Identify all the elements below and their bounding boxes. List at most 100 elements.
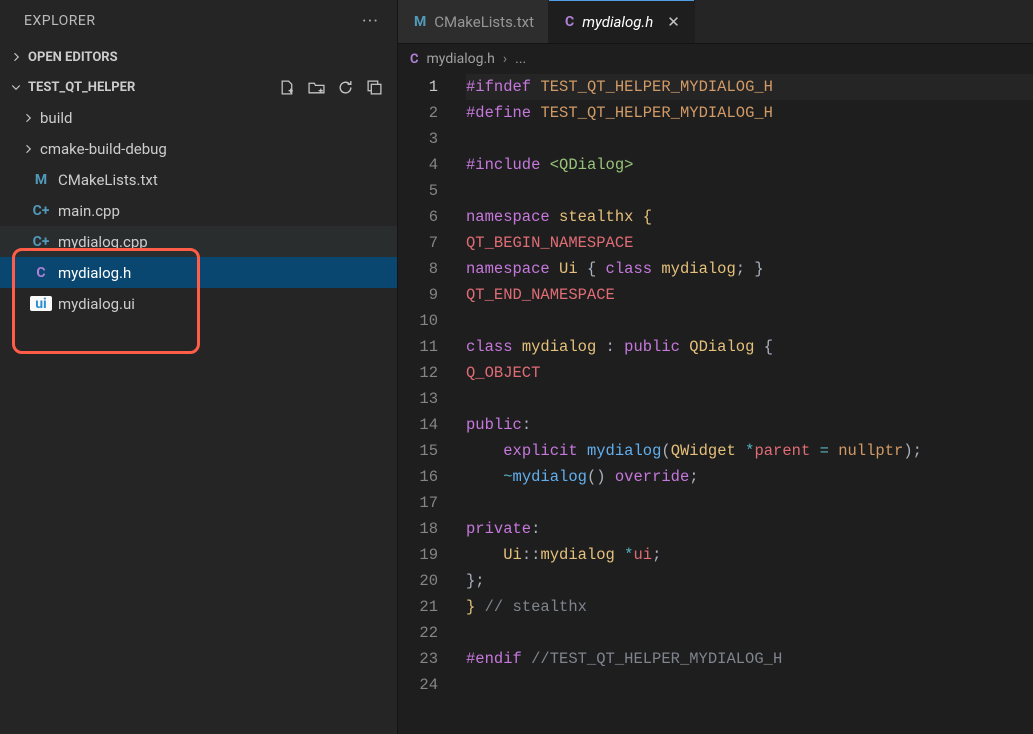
file-type-icon: C	[30, 265, 52, 281]
chevron-down-icon	[10, 81, 28, 93]
code-line[interactable]	[466, 490, 1033, 516]
code-area[interactable]: 123456789101112131415161718192021222324 …	[398, 74, 1033, 734]
code-line[interactable]	[466, 620, 1033, 646]
file-item[interactable]: C+ main.cpp	[0, 195, 397, 226]
line-number: 9	[398, 282, 438, 308]
line-number: 14	[398, 412, 438, 438]
code-line[interactable]: Ui::mydialog *ui;	[466, 542, 1033, 568]
file-type-icon: M	[414, 14, 426, 30]
file-type-icon: ui	[30, 296, 52, 311]
code-line[interactable]: ~mydialog() override;	[466, 464, 1033, 490]
breadcrumbs[interactable]: C mydialog.h › ...	[398, 44, 1033, 74]
line-number: 13	[398, 386, 438, 412]
file-label: mydialog.ui	[58, 295, 397, 313]
code-line[interactable]: Q_OBJECT	[466, 360, 1033, 386]
line-number: 21	[398, 594, 438, 620]
file-label: main.cpp	[58, 202, 397, 220]
code-line[interactable]	[466, 308, 1033, 334]
line-number: 19	[398, 542, 438, 568]
code-line[interactable]	[466, 672, 1033, 698]
code-line[interactable]: #endif //TEST_QT_HELPER_MYDIALOG_H	[466, 646, 1033, 672]
new-file-icon[interactable]	[279, 79, 296, 96]
line-number: 17	[398, 490, 438, 516]
line-number: 6	[398, 204, 438, 230]
line-number: 11	[398, 334, 438, 360]
code-line[interactable]: public:	[466, 412, 1033, 438]
file-type-icon: C+	[30, 203, 52, 219]
line-number: 23	[398, 646, 438, 672]
file-item[interactable]: Cmydialog.h	[0, 257, 397, 288]
file-type-icon: C	[565, 14, 574, 30]
sidebar: EXPLORER ··· OPEN EDITORS TEST_QT_HELPER	[0, 0, 398, 734]
file-item[interactable]: ui mydialog.ui	[0, 288, 397, 319]
chevron-right-icon	[22, 112, 40, 124]
folder-item[interactable]: build	[0, 102, 397, 133]
line-number: 20	[398, 568, 438, 594]
line-number: 18	[398, 516, 438, 542]
line-number: 3	[398, 126, 438, 152]
file-label: mydialog.cpp	[58, 233, 397, 251]
code-line[interactable]	[466, 178, 1033, 204]
project-label: TEST_QT_HELPER	[28, 80, 279, 95]
file-type-icon: C+	[30, 234, 52, 250]
line-number: 24	[398, 672, 438, 698]
code-line[interactable]: private:	[466, 516, 1033, 542]
code-line[interactable]: namespace Ui { class mydialog; }	[466, 256, 1033, 282]
file-type-icon: M	[30, 172, 52, 188]
breadcrumb-more: ...	[515, 51, 526, 67]
file-tree: build cmake-build-debug M CMakeLists.txt C+ m…	[0, 102, 397, 319]
more-icon[interactable]: ···	[362, 11, 379, 32]
explorer-title: EXPLORER	[24, 13, 96, 29]
line-number: 1	[398, 74, 438, 100]
code-line[interactable]: explicit mydialog(QWidget *parent = null…	[466, 438, 1033, 464]
section-actions	[279, 79, 391, 96]
line-number: 15	[398, 438, 438, 464]
close-icon[interactable]: ✕	[667, 13, 680, 31]
file-label: mydialog.h	[58, 264, 397, 282]
file-item[interactable]: M CMakeLists.txt	[0, 164, 397, 195]
tab-bar: M CMakeLists.txt Cmydialog.h ✕	[398, 0, 1033, 44]
code-line[interactable]: };	[466, 568, 1033, 594]
code-line[interactable]: class mydialog : public QDialog {	[466, 334, 1033, 360]
c-file-icon: C	[410, 52, 419, 67]
line-number-gutter: 123456789101112131415161718192021222324	[398, 74, 456, 734]
collapse-icon[interactable]	[366, 79, 383, 96]
editor-tab[interactable]: Cmydialog.h ✕	[549, 0, 695, 43]
chevron-right-icon: ›	[503, 51, 507, 67]
line-number: 4	[398, 152, 438, 178]
code-line[interactable]	[466, 386, 1033, 412]
code-line[interactable]: QT_BEGIN_NAMESPACE	[466, 230, 1033, 256]
new-folder-icon[interactable]	[308, 79, 325, 96]
code-line[interactable]: #define TEST_QT_HELPER_MYDIALOG_H	[466, 100, 1033, 126]
code-line[interactable]: #ifndef TEST_QT_HELPER_MYDIALOG_H	[466, 74, 1033, 100]
chevron-right-icon	[10, 51, 28, 63]
file-item[interactable]: C+ mydialog.cpp	[0, 226, 397, 257]
tab-label: CMakeLists.txt	[434, 13, 534, 31]
line-number: 5	[398, 178, 438, 204]
tab-label: mydialog.h	[582, 13, 653, 31]
code-line[interactable]: namespace stealthx {	[466, 204, 1033, 230]
file-label: CMakeLists.txt	[58, 171, 397, 189]
breadcrumb-file: mydialog.h	[427, 51, 495, 67]
code-line[interactable]	[466, 126, 1033, 152]
chevron-right-icon	[22, 143, 40, 155]
code-line[interactable]: } // stealthx	[466, 594, 1033, 620]
project-section[interactable]: TEST_QT_HELPER	[0, 72, 397, 102]
line-number: 16	[398, 464, 438, 490]
code-line[interactable]: QT_END_NAMESPACE	[466, 282, 1033, 308]
refresh-icon[interactable]	[337, 79, 354, 96]
folder-label: cmake-build-debug	[40, 140, 397, 158]
folder-item[interactable]: cmake-build-debug	[0, 133, 397, 164]
code-content[interactable]: #ifndef TEST_QT_HELPER_MYDIALOG_H#define…	[456, 74, 1033, 734]
folder-label: build	[40, 109, 397, 127]
line-number: 22	[398, 620, 438, 646]
code-line[interactable]: #include <QDialog>	[466, 152, 1033, 178]
open-editors-section[interactable]: OPEN EDITORS	[0, 42, 397, 72]
editor-tab[interactable]: M CMakeLists.txt	[398, 0, 549, 43]
line-number: 2	[398, 100, 438, 126]
explorer-header: EXPLORER ···	[0, 0, 397, 42]
open-editors-label: OPEN EDITORS	[28, 50, 391, 65]
line-number: 10	[398, 308, 438, 334]
line-number: 7	[398, 230, 438, 256]
editor-area: M CMakeLists.txt Cmydialog.h ✕ C mydialog.h…	[398, 0, 1033, 734]
